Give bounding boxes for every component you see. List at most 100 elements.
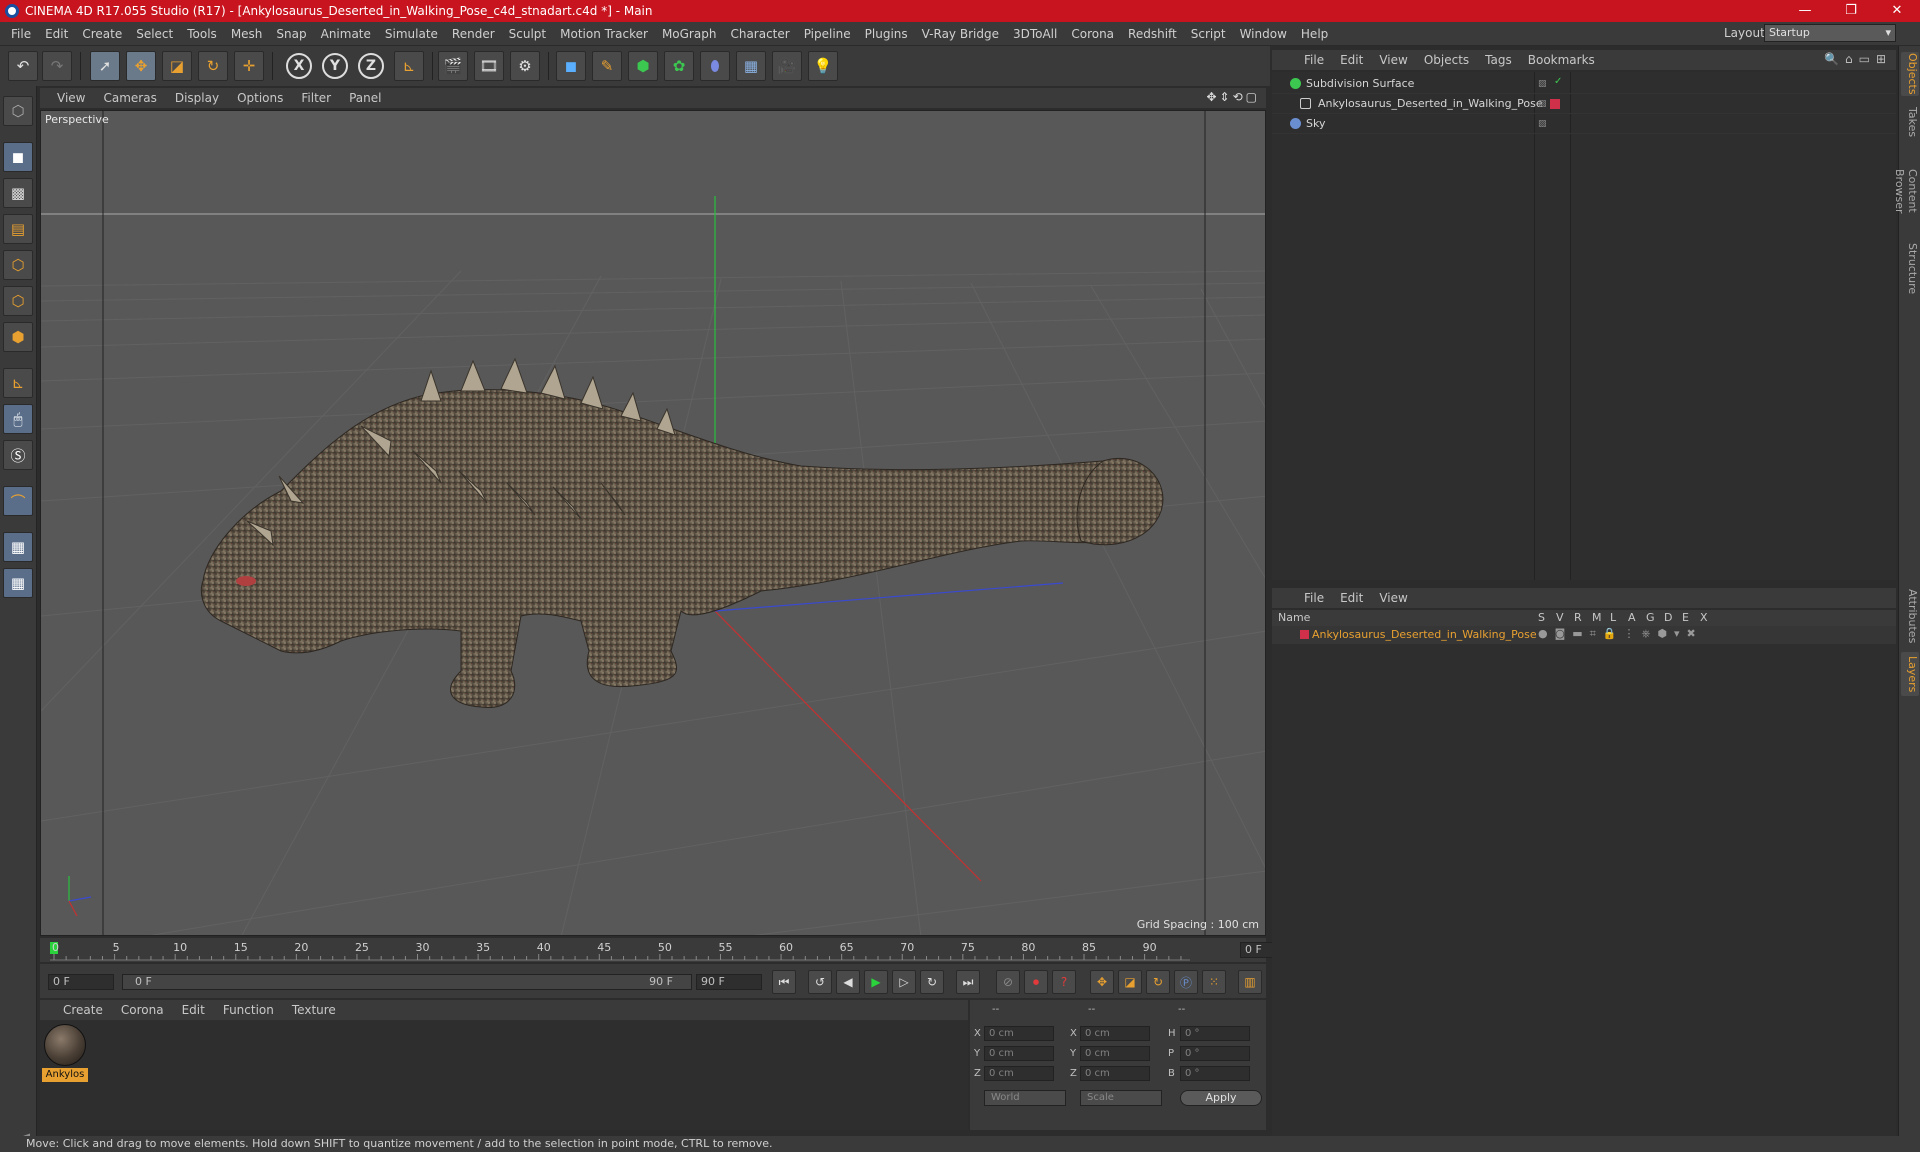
col-xref[interactable]: X xyxy=(1700,611,1708,624)
tab-takes[interactable]: Takes xyxy=(1901,104,1919,140)
cloner-icon[interactable]: ✿ xyxy=(664,51,694,81)
workplane-mode-icon[interactable]: ▤ xyxy=(3,214,33,244)
layer-toggle-icons[interactable]: ●◙▬⌗🔒⋮⎈⬢▾✖ xyxy=(1538,627,1703,641)
visibility-toggle-icon[interactable]: ▨ xyxy=(1538,79,1548,89)
render-view-icon[interactable]: 🎬 xyxy=(438,51,468,81)
previous-key-icon[interactable]: ↺ xyxy=(808,970,832,994)
minimize-button[interactable]: — xyxy=(1782,0,1828,22)
rotation-p-field[interactable]: 0 ° xyxy=(1180,1046,1250,1061)
next-key-icon[interactable]: ↻ xyxy=(920,970,944,994)
col-render[interactable]: R xyxy=(1574,611,1582,624)
point-level-key-icon[interactable]: ⁙ xyxy=(1202,970,1226,994)
play-icon[interactable]: ▶ xyxy=(864,970,888,994)
tab-structure[interactable]: Structure xyxy=(1901,242,1919,296)
texture-mode-icon[interactable]: ▩ xyxy=(3,178,33,208)
object-name[interactable]: Subdivision Surface xyxy=(1306,77,1414,90)
model-mode-icon[interactable]: ◼ xyxy=(3,142,33,172)
tab-layers[interactable]: Layers xyxy=(1901,652,1919,696)
object-row-subdivision-surface[interactable]: Subdivision Surface ▨ ✓ xyxy=(1272,74,1896,94)
position-z-field[interactable]: 0 cm xyxy=(984,1066,1054,1081)
material-name-label[interactable]: Ankylos xyxy=(42,1068,88,1082)
layer-name[interactable]: Ankylosaurus_Deserted_in_Walking_Pose xyxy=(1312,628,1537,641)
position-y-field[interactable]: 0 cm xyxy=(984,1046,1054,1061)
size-mode-dropdown[interactable]: Scale xyxy=(1080,1090,1162,1106)
size-y-field[interactable]: 0 cm xyxy=(1080,1046,1150,1061)
material-menu-function[interactable]: Function xyxy=(214,1003,283,1017)
menu-redshift[interactable]: Redshift xyxy=(1121,27,1184,41)
menu-simulate[interactable]: Simulate xyxy=(378,27,445,41)
col-animation[interactable]: A xyxy=(1628,611,1636,624)
col-deformers[interactable]: D xyxy=(1664,611,1672,624)
menu-pipeline[interactable]: Pipeline xyxy=(797,27,858,41)
light-icon[interactable]: 💡 xyxy=(808,51,838,81)
tab-content-browser[interactable]: Content Browser xyxy=(1893,146,1919,236)
rotation-b-field[interactable]: 0 ° xyxy=(1180,1066,1250,1081)
menu-snap[interactable]: Snap xyxy=(269,27,313,41)
om-menu-file[interactable]: File xyxy=(1296,53,1332,67)
menu-sculpt[interactable]: Sculpt xyxy=(502,27,553,41)
col-locked[interactable]: L xyxy=(1610,611,1616,624)
scale-key-icon[interactable]: ◪ xyxy=(1118,970,1142,994)
cube-object-icon[interactable]: ◼ xyxy=(556,51,586,81)
undo-icon[interactable]: ↶ xyxy=(8,51,38,81)
subdivision-surface-icon[interactable]: ⬢ xyxy=(628,51,658,81)
om-menu-edit[interactable]: Edit xyxy=(1332,53,1371,67)
col-solo[interactable]: S xyxy=(1538,611,1545,624)
tab-attributes[interactable]: Attributes xyxy=(1901,586,1919,646)
menu-corona[interactable]: Corona xyxy=(1064,27,1121,41)
material-menu-corona[interactable]: Corona xyxy=(112,1003,173,1017)
menu-help[interactable]: Help xyxy=(1294,27,1335,41)
layout-dropdown[interactable]: Startup xyxy=(1764,24,1896,42)
menu-edit[interactable]: Edit xyxy=(38,27,75,41)
material-menu-create[interactable]: Create xyxy=(54,1003,112,1017)
parameter-key-icon[interactable]: Ⓟ xyxy=(1174,970,1198,994)
menu-create[interactable]: Create xyxy=(75,27,129,41)
material-thumbnail[interactable] xyxy=(44,1024,86,1066)
floor-icon[interactable]: ▦ xyxy=(736,51,766,81)
move-tool-icon[interactable]: ✥ xyxy=(126,51,156,81)
size-z-field[interactable]: 0 cm xyxy=(1080,1066,1150,1081)
render-settings-icon[interactable]: ⚙ xyxy=(510,51,540,81)
maximize-button[interactable]: ❐ xyxy=(1828,0,1874,22)
menu-select[interactable]: Select xyxy=(129,27,180,41)
tweak-mode-icon[interactable]: 🖱 xyxy=(3,404,33,434)
lm-menu-view[interactable]: View xyxy=(1371,591,1415,605)
viewport-menu-view[interactable]: View xyxy=(48,91,94,105)
menu-vray-bridge[interactable]: V-Ray Bridge xyxy=(915,27,1006,41)
apply-button[interactable]: Apply xyxy=(1180,1090,1262,1106)
goto-start-icon[interactable]: ⏮ xyxy=(772,970,796,994)
record-keys-icon[interactable]: ⊘ xyxy=(996,970,1020,994)
size-x-field[interactable]: 0 cm xyxy=(1080,1026,1150,1041)
viewport-menu-cameras[interactable]: Cameras xyxy=(94,91,165,105)
start-frame-field[interactable]: 0 F xyxy=(48,974,114,990)
material-menu-texture[interactable]: Texture xyxy=(283,1003,345,1017)
om-menu-tags[interactable]: Tags xyxy=(1477,53,1520,67)
previous-frame-icon[interactable]: ◀ xyxy=(836,970,860,994)
layer-color-swatch[interactable] xyxy=(1300,630,1309,639)
y-axis-lock-icon[interactable]: Y xyxy=(322,53,348,79)
deformer-icon[interactable]: ⬮ xyxy=(700,51,730,81)
menu-window[interactable]: Window xyxy=(1233,27,1294,41)
scale-tool-icon[interactable]: ◪ xyxy=(162,51,192,81)
menu-render[interactable]: Render xyxy=(445,27,502,41)
col-generators[interactable]: G xyxy=(1646,611,1655,624)
point-mode-icon[interactable]: ⬡ xyxy=(3,250,33,280)
menu-3dtoall[interactable]: 3DToAll xyxy=(1006,27,1064,41)
snap-icon[interactable]: ⌒ xyxy=(3,486,33,516)
solo-mode-icon[interactable]: Ⓢ xyxy=(3,440,33,470)
position-x-field[interactable]: 0 cm xyxy=(984,1026,1054,1041)
col-expressions[interactable]: E xyxy=(1682,611,1689,624)
viewport-navigation-icons[interactable]: ✥⇕⟲▢ xyxy=(1206,90,1260,104)
om-menu-bookmarks[interactable]: Bookmarks xyxy=(1520,53,1603,67)
pen-spline-icon[interactable]: ✎ xyxy=(592,51,622,81)
workplane-lock-icon[interactable]: ▦ xyxy=(3,532,33,562)
timeline-window-icon[interactable]: ▥ xyxy=(1238,970,1262,994)
recent-tool-icon[interactable]: ✛ xyxy=(234,51,264,81)
frame-range-slider[interactable]: 0 F 90 F xyxy=(122,974,692,990)
om-menu-objects[interactable]: Objects xyxy=(1416,53,1477,67)
col-view[interactable]: V xyxy=(1556,611,1564,624)
rotation-key-icon[interactable]: ↻ xyxy=(1146,970,1170,994)
perspective-viewport[interactable]: Perspective Grid Spacing : 100 cm xyxy=(40,110,1266,936)
menu-animate[interactable]: Animate xyxy=(314,27,378,41)
rotate-tool-icon[interactable]: ↻ xyxy=(198,51,228,81)
